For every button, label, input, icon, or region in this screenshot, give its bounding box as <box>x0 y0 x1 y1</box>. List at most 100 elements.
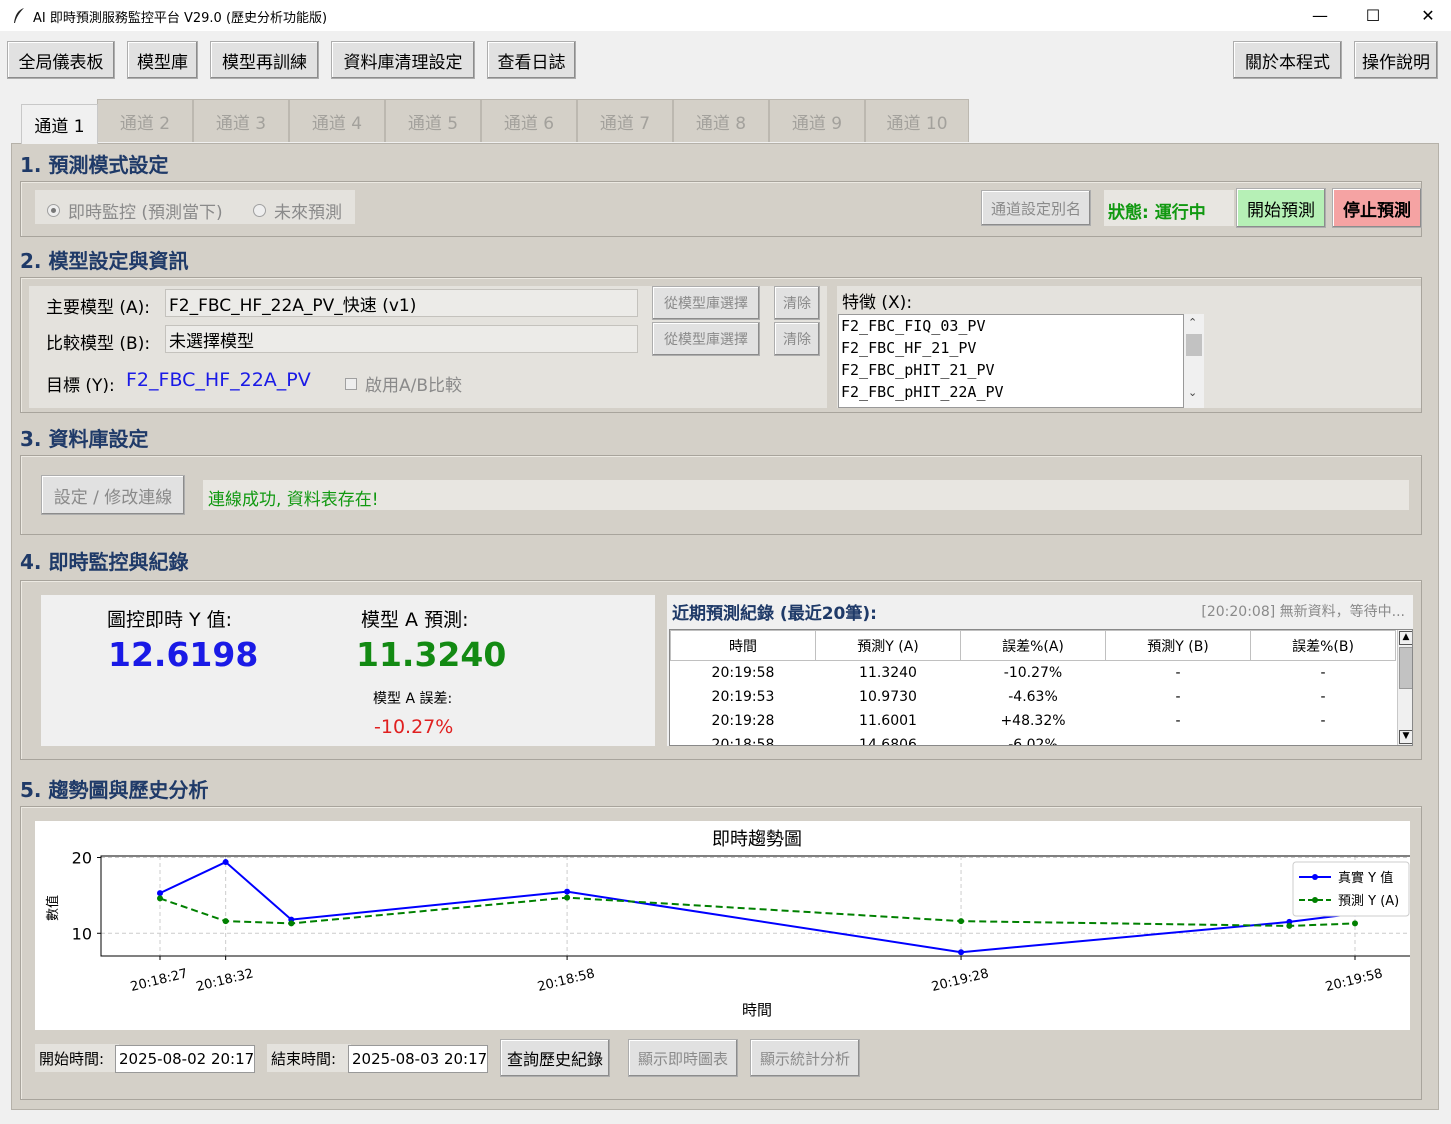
close-button[interactable]: ✕ <box>1403 0 1451 31</box>
feature-item[interactable]: F2_FBC_pHIT_22A_PV <box>839 381 1183 403</box>
show-statistics-button[interactable]: 顯示統計分析 <box>750 1039 860 1077</box>
table-cell: - <box>1320 689 1326 705</box>
table-cell: -4.63% <box>1008 689 1058 705</box>
x-tick-label: 20:19:58 <box>1324 966 1384 995</box>
tab-channel-6[interactable]: 通道 6 <box>481 99 577 142</box>
start-time-field[interactable]: 2025-08-02 20:17 <box>115 1045 255 1073</box>
db-cleanup-button[interactable]: 資料庫清理設定 <box>331 41 475 79</box>
log-scrollbar[interactable]: ▲ ▼ <box>1397 630 1412 745</box>
chart-title: 即時趨勢圖 <box>712 829 802 850</box>
tab-channel-4[interactable]: 通道 4 <box>289 99 385 142</box>
model-b-field[interactable]: 未選擇模型 <box>165 325 638 353</box>
x-axis-label: 時間 <box>742 1001 772 1019</box>
maximize-button[interactable]: ☐ <box>1348 0 1398 31</box>
tab-channel-3[interactable]: 通道 3 <box>193 99 289 142</box>
feature-item[interactable]: F2_FBC_HF_21_PV <box>839 337 1183 359</box>
table-cell: 20:19:58 <box>711 665 775 681</box>
tab-channel-5[interactable]: 通道 5 <box>385 99 481 142</box>
features-scrollbar[interactable]: ⌃ ⌄ <box>1184 314 1204 408</box>
scroll-thumb[interactable] <box>1399 647 1412 689</box>
model-b-label: 比較模型 (B): <box>46 334 151 354</box>
feature-item[interactable]: F2_FBC_FIQ_03_PV <box>839 315 1183 337</box>
scroll-down-icon[interactable]: ▼ <box>1399 730 1412 744</box>
window-titlebar: AI 即時預測服務監控平台 V29.0 (歷史分析功能版) — ☐ ✕ <box>0 0 1451 31</box>
trend-chart: 即時趨勢圖 20:18:27 20:18:32 20:18:58 20:19:28 20… <box>35 821 1415 1030</box>
col-header-err-b[interactable]: 誤差%(B) <box>1250 630 1396 661</box>
query-history-button[interactable]: 查詢歷史紀錄 <box>500 1039 610 1077</box>
col-header-err-a[interactable]: 誤差%(A) <box>960 630 1106 661</box>
scroll-up-icon[interactable]: ▲ <box>1399 631 1412 645</box>
db-connect-button[interactable]: 設定 / 修改連線 <box>41 475 185 515</box>
series-point-2 <box>1352 920 1358 927</box>
table-cell <box>1250 733 1396 745</box>
series-point-2 <box>564 894 571 901</box>
end-time-field[interactable]: 2025-08-03 20:17 <box>348 1045 488 1073</box>
help-button[interactable]: 操作說明 <box>1354 41 1438 79</box>
table-row[interactable]: 20:18:58 14.6806 -6.02% <box>670 733 1396 746</box>
table-row[interactable]: 20:19:28 11.6001 +48.32% - - <box>670 709 1396 733</box>
model-retrain-button[interactable]: 模型再訓練 <box>210 41 319 79</box>
chart-series <box>157 859 1358 956</box>
scroll-thumb[interactable] <box>1186 334 1202 356</box>
scroll-up-icon[interactable]: ⌃ <box>1188 316 1197 329</box>
tab-channel-9[interactable]: 通道 9 <box>769 99 865 142</box>
col-header-time[interactable]: 時間 <box>670 630 816 661</box>
tab-channel-1[interactable]: 通道 1 <box>21 104 98 144</box>
radio-future[interactable]: 未來預測 <box>253 198 342 223</box>
minimize-button[interactable]: — <box>1295 0 1345 31</box>
window-title: AI 即時預測服務監控平台 V29.0 (歷史分析功能版) <box>33 11 328 26</box>
plot-frame <box>100 855 1415 957</box>
model-b-clear-button[interactable]: 清除 <box>774 322 820 356</box>
tab-channel-10[interactable]: 通道 10 <box>865 99 969 142</box>
scroll-down-icon[interactable]: ⌄ <box>1188 386 1197 399</box>
feature-item[interactable]: F2_FBC_pHIT_21_PV <box>839 359 1183 381</box>
features-label: 特徵 (X): <box>842 293 913 313</box>
ab-compare-checkbox[interactable]: 啟用A/B比較 <box>345 371 462 396</box>
table-cell: - <box>1320 713 1326 729</box>
table-cell: 20:18:58 <box>711 737 775 746</box>
col-header-pred-b[interactable]: 預測Y (B) <box>1105 630 1251 661</box>
tab-channel-2[interactable]: 通道 2 <box>97 99 193 142</box>
section-4-frame: 圖控即時 Y 值: 12.6198 模型 A 預測: 11.3240 模型 A … <box>20 580 1422 760</box>
tab-channel-7[interactable]: 通道 7 <box>577 99 673 142</box>
col-header-pred-a[interactable]: 預測Y (A) <box>815 630 961 661</box>
db-status-text: 連線成功, 資料表存在! <box>208 490 379 510</box>
model-a-select-button[interactable]: 從模型庫選擇 <box>652 286 760 320</box>
prediction-log-panel: 近期預測紀錄 (最近20筆): [20:20:08] 無新資料，等待中... 時… <box>667 595 1413 746</box>
start-prediction-button[interactable]: 開始預測 <box>1236 188 1326 228</box>
radio-realtime-label: 即時監控 (預測當下) <box>68 203 223 223</box>
radio-realtime[interactable]: 即時監控 (預測當下) <box>47 198 223 223</box>
about-button[interactable]: 關於本程式 <box>1233 41 1342 79</box>
tab-channel-8[interactable]: 通道 8 <box>673 99 769 142</box>
chart-grid <box>101 856 1414 956</box>
section-1-frame: 即時監控 (預測當下) 未來預測 通道設定別名 狀態: 運行中 開始預測 停止預… <box>20 181 1422 237</box>
model-a-clear-button[interactable]: 清除 <box>774 286 820 320</box>
table-row[interactable]: 20:19:53 10.9730 -4.63% - - <box>670 685 1396 709</box>
table-row[interactable]: 20:19:58 11.3240 -10.27% - - <box>670 661 1396 685</box>
model-b-select-button[interactable]: 從模型庫選擇 <box>652 322 760 356</box>
feather-icon <box>14 8 24 23</box>
end-time-label: 結束時間: <box>271 1050 337 1068</box>
stop-prediction-button[interactable]: 停止預測 <box>1332 188 1422 228</box>
model-library-button[interactable]: 模型庫 <box>127 41 198 79</box>
y-axis-label: 數值 <box>45 895 61 921</box>
features-listbox[interactable]: F2_FBC_FIQ_03_PV F2_FBC_HF_21_PV F2_FBC_… <box>838 314 1184 408</box>
section-3-frame: 設定 / 修改連線 連線成功, 資料表存在! <box>20 455 1422 535</box>
model-a-field[interactable]: F2_FBC_HF_22A_PV_快速 (v1) <box>165 289 638 317</box>
series-point-1 <box>222 859 229 866</box>
series-line-1 <box>159 860 1356 954</box>
radio-dot-icon <box>47 204 60 217</box>
start-time-label: 開始時間: <box>39 1050 105 1068</box>
channel-alias-button[interactable]: 通道設定別名 <box>981 190 1091 226</box>
series-point-2 <box>222 918 229 925</box>
model-a-error-value: -10.27% <box>374 716 454 738</box>
legend-marker-1 <box>1312 874 1318 880</box>
global-dashboard-button[interactable]: 全局儀表板 <box>7 41 115 79</box>
view-log-button[interactable]: 查看日誌 <box>487 41 576 79</box>
y-tick-label: 10 <box>72 924 92 943</box>
table-cell: -6.02% <box>1008 737 1058 746</box>
realtime-y-label: 圖控即時 Y 值: <box>107 609 233 631</box>
channel-panel: 1. 預測模式設定 即時監控 (預測當下) 未來預測 通道設定別名 狀態: 運行… <box>11 143 1439 1110</box>
series-point-2 <box>958 918 965 925</box>
show-realtime-chart-button[interactable]: 顯示即時圖表 <box>628 1039 738 1077</box>
